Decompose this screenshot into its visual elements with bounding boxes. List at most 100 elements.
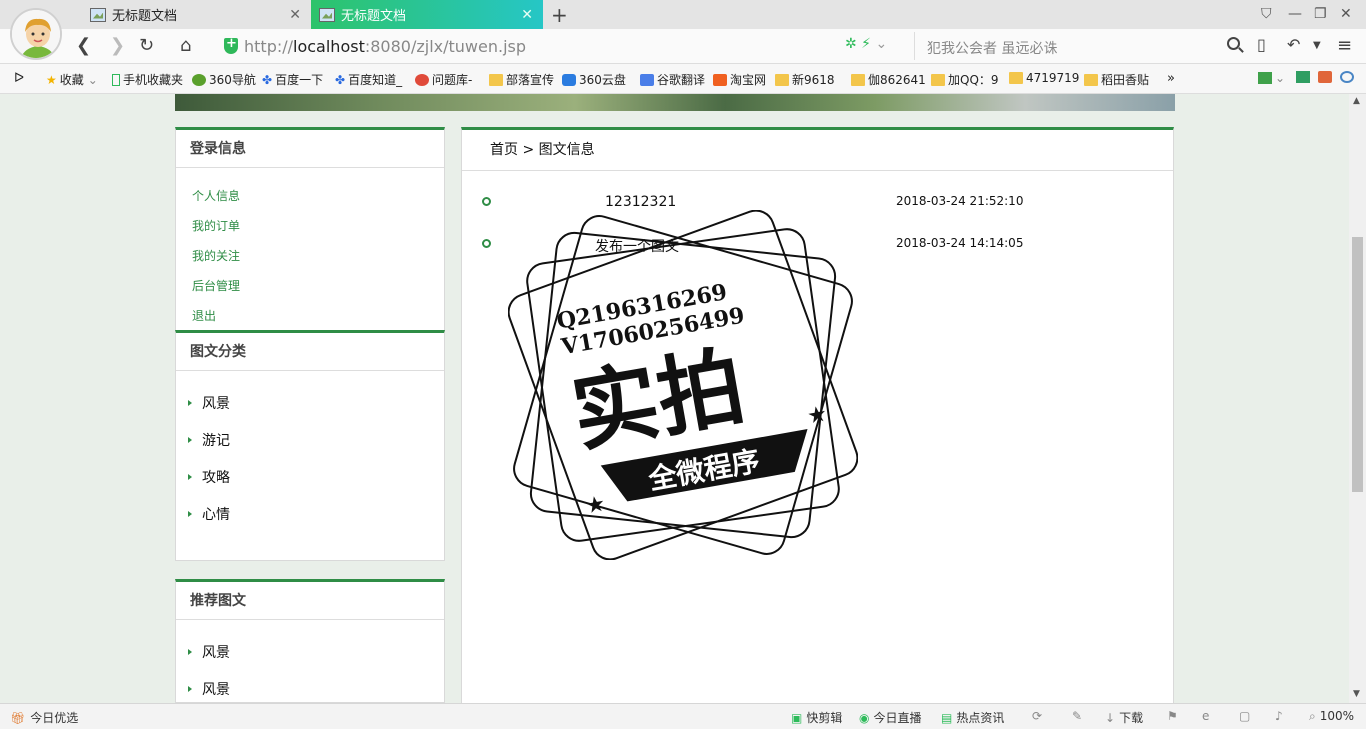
article-title[interactable]: 12312321: [605, 194, 676, 210]
book-icon[interactable]: [1296, 71, 1313, 83]
ie-icon[interactable]: e: [1202, 709, 1209, 723]
bookmark-question-bank[interactable]: 问题库-: [415, 71, 472, 88]
circle-bullet-icon: [482, 197, 491, 206]
bookmark-mobile[interactable]: 手机收藏夹: [112, 71, 183, 88]
menu-icon[interactable]: ≡: [1337, 35, 1352, 56]
article-date: 2018-03-24 21:52:10: [896, 194, 1024, 208]
more-bookmarks-icon[interactable]: »: [1167, 71, 1175, 86]
bookmark-folder[interactable]: 加QQ：9: [931, 71, 999, 88]
hot-news[interactable]: ▤ 热点资讯: [941, 709, 1004, 726]
link-admin[interactable]: 后台管理: [192, 277, 240, 294]
tab-title: 无标题文档: [112, 9, 178, 24]
magnifier-icon[interactable]: [1340, 71, 1357, 83]
zoom-icon: ⌕: [1309, 709, 1316, 723]
search-box[interactable]: 犯我公会者 虽远必诛: [914, 32, 1244, 60]
minimize-button[interactable]: —: [1288, 6, 1302, 22]
bookmark-folder[interactable]: 稻田香贴: [1084, 71, 1149, 88]
panel-title: 登录信息: [176, 130, 444, 168]
close-icon[interactable]: ✕: [521, 7, 533, 23]
triangle-bullet-icon: [188, 437, 192, 443]
back-button[interactable]: ❮: [76, 35, 91, 56]
search-input[interactable]: 犯我公会者 虽远必诛: [927, 38, 1057, 58]
chevron-down-icon[interactable]: ▼: [1313, 40, 1321, 51]
scrollbar-thumb[interactable]: [1352, 237, 1363, 492]
maximize-button[interactable]: ❐: [1314, 6, 1327, 22]
bookmark-360-cloud[interactable]: 360云盘: [562, 71, 626, 88]
bookmark-folder[interactable]: 新9618: [775, 71, 835, 88]
zoom-level[interactable]: ⌕ 100%: [1309, 709, 1354, 724]
bookmark-folder[interactable]: 部落宣传: [489, 71, 554, 88]
bookmarks-bar: ᐅ ★ 收藏 ⌄ 手机收藏夹 360导航 ✤ 百度一下 ✤ 百度知道_ 问题库- 部落宣…: [0, 64, 1366, 94]
link-personal-info[interactable]: 个人信息: [192, 187, 240, 204]
download[interactable]: ↓ 下载: [1105, 709, 1143, 726]
today-picks[interactable]: 🎁︎ 今日优选: [10, 709, 78, 726]
star-icon: ★: [805, 402, 829, 430]
link-my-orders[interactable]: 我的订单: [192, 217, 240, 234]
close-icon[interactable]: ✕: [289, 7, 301, 23]
banner-image: [175, 94, 1175, 111]
home-button[interactable]: ⌂: [180, 35, 191, 56]
bookmark-baidu-zhidao[interactable]: ✤ 百度知道_: [335, 71, 402, 88]
forward-button[interactable]: ❯: [110, 35, 125, 56]
bookmark-baidu[interactable]: ✤ 百度一下: [262, 71, 323, 88]
scroll-up-icon[interactable]: ▲: [1353, 96, 1360, 106]
window-icon[interactable]: ▢: [1239, 709, 1250, 723]
bookmark-360nav[interactable]: 360导航: [192, 71, 256, 88]
category-item[interactable]: 风景: [188, 393, 230, 413]
search-icon[interactable]: [1227, 37, 1240, 50]
bookmark-taobao[interactable]: 淘宝网: [713, 71, 766, 88]
link-my-follows[interactable]: 我的关注: [192, 247, 240, 264]
close-window-button[interactable]: ✕: [1340, 6, 1352, 22]
sidebar-toggle-icon[interactable]: ᐅ: [14, 71, 24, 86]
status-bar: 🎁︎ 今日优选 ▣ 快剪辑 ◉ 今日直播 ▤ 热点资讯 ⟳ ✎ ↓ 下载 ⚑ e ▢ ♪ …: [0, 703, 1366, 729]
category-item[interactable]: 攻略: [188, 467, 230, 487]
reload-button[interactable]: ↻: [139, 35, 154, 56]
speed-icon[interactable]: ✲ ⚡ ⌄: [845, 36, 887, 52]
new-tab-button[interactable]: +: [551, 3, 568, 27]
image-icon: [319, 7, 335, 22]
bookmark-folder[interactable]: 伽862641: [851, 71, 926, 88]
sound-icon[interactable]: ♪: [1275, 709, 1283, 723]
pin-icon[interactable]: ✎: [1072, 709, 1082, 723]
news-icon: ▤: [941, 711, 953, 725]
address-bar[interactable]: http://localhost:8080/zjlx/tuwen.jsp: [218, 32, 910, 60]
triangle-bullet-icon: [188, 686, 192, 692]
today-live[interactable]: ◉ 今日直播: [859, 709, 922, 726]
category-item[interactable]: 心情: [188, 504, 230, 524]
tv-icon[interactable]: [1318, 71, 1335, 83]
link-logout[interactable]: 退出: [192, 307, 216, 324]
tab-title: 无标题文档: [341, 9, 407, 24]
bookmark-folder[interactable]: 4719719: [1009, 71, 1079, 85]
image-icon: [90, 7, 106, 22]
phone-icon[interactable]: ▯: [1257, 35, 1266, 54]
page-scrollbar[interactable]: ▲ ▼: [1349, 94, 1366, 703]
breadcrumb: 首页 > 图文信息: [462, 130, 1173, 171]
circle-bullet-icon: [482, 239, 491, 248]
quick-edit[interactable]: ▣ 快剪辑: [791, 709, 842, 726]
apps-icon[interactable]: ⌄: [1258, 71, 1285, 85]
bookmark-favorites[interactable]: ★ 收藏 ⌄: [46, 71, 98, 88]
article-date: 2018-03-24 14:14:05: [896, 236, 1024, 250]
flag-icon[interactable]: ⚑: [1167, 709, 1178, 723]
url-text[interactable]: http://localhost:8080/zjlx/tuwen.jsp: [244, 37, 526, 56]
triangle-bullet-icon: [188, 474, 192, 480]
bookmark-google-translate[interactable]: 谷歌翻译: [640, 71, 705, 88]
video-icon: ▣: [791, 711, 803, 725]
recommended-item[interactable]: 风景: [188, 642, 230, 662]
shield-icon: [224, 36, 238, 54]
navigation-bar: ❮ ❯ ↻ ⌂ http://localhost:8080/zjlx/tuwen…: [0, 29, 1366, 64]
scroll-down-icon[interactable]: ▼: [1353, 689, 1360, 699]
tab-untitled-2[interactable]: 无标题文档 ✕: [311, 0, 543, 29]
shirt-icon[interactable]: ⛉: [1261, 6, 1272, 22]
undo-icon[interactable]: ↶: [1287, 35, 1300, 54]
recommended-item[interactable]: 风景: [188, 679, 230, 699]
category-item[interactable]: 游记: [188, 430, 230, 450]
star-icon: ★: [584, 492, 608, 520]
user-avatar[interactable]: [10, 8, 62, 60]
recommended-panel: 推荐图文 风景 风景: [175, 579, 445, 703]
category-panel: 图文分类 风景 游记 攻略 心情: [175, 330, 445, 561]
watermark-stamp: Q2196316269 V17060256499 实拍 全微程序 ★ ★: [508, 210, 858, 560]
refresh-icon[interactable]: ⟳: [1032, 709, 1042, 723]
triangle-bullet-icon: [188, 511, 192, 517]
tab-untitled-1[interactable]: 无标题文档 ✕: [82, 0, 311, 29]
